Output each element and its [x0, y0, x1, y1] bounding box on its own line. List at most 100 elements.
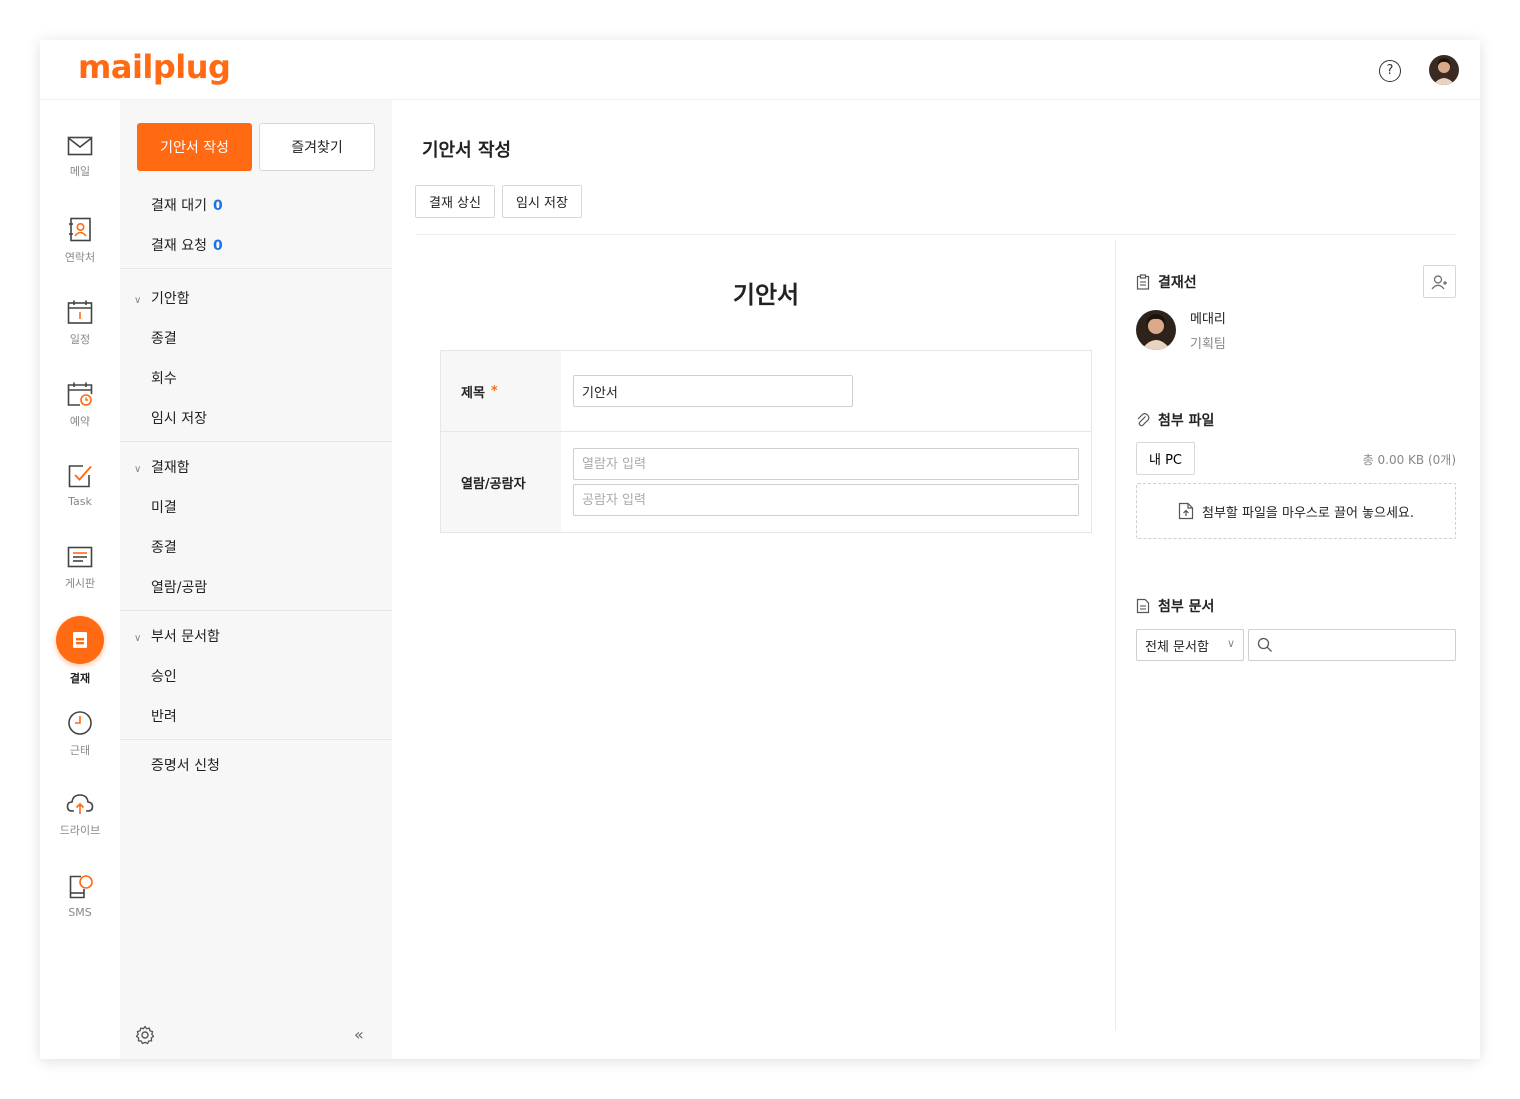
circulation-input[interactable]: [573, 484, 1079, 516]
clock-icon: [68, 711, 92, 735]
subject-label-text: 제목: [461, 385, 485, 401]
rail-item-calendar[interactable]: 일정: [40, 299, 120, 369]
menu-divider: [120, 268, 392, 269]
requested-count: 0: [212, 238, 223, 254]
rail-item-approval[interactable]: 결재: [40, 616, 120, 686]
rail-label: 근태: [69, 744, 91, 757]
menu-item-label: 결재 대기: [151, 198, 207, 214]
rail-label: 드라이브: [59, 824, 101, 837]
approver-name: 메대리: [1190, 312, 1226, 327]
attachments-title: 첨부 파일: [1158, 413, 1215, 429]
menu-item-pending[interactable]: 결재 대기 0: [151, 195, 223, 215]
rail-label: 게시판: [64, 577, 96, 590]
menu-group-drafts[interactable]: ∨ 기안함: [134, 288, 190, 308]
menu-item-requested[interactable]: 결재 요청 0: [151, 235, 223, 255]
contacts-icon: [69, 217, 91, 242]
menu-item-drafts-recalled[interactable]: 회수: [151, 368, 177, 388]
chevron-down-icon: ∨: [134, 633, 142, 644]
menu-item-department-rejected[interactable]: 반려: [151, 706, 177, 726]
menu-group-label: 기안함: [151, 291, 190, 307]
page-title: 기안서 작성: [422, 140, 512, 161]
menu-item-label: 결재 요청: [151, 238, 207, 254]
rail-item-mail[interactable]: 메일: [40, 135, 120, 205]
side-panel-divider: [1115, 240, 1116, 1030]
menu-divider: [120, 610, 392, 611]
help-icon[interactable]: ?: [1379, 60, 1401, 82]
menu-item-certificate[interactable]: 증명서 신청: [151, 755, 220, 775]
file-dropzone[interactable]: 첨부할 파일을 마우스로 끌어 놓으세요.: [1136, 483, 1456, 539]
rail-item-drive[interactable]: 드라이브: [40, 792, 120, 862]
paperclip-icon: [1137, 413, 1150, 427]
attachments-heading: 첨부 파일: [1136, 410, 1214, 430]
approval-icon: [56, 616, 104, 664]
collapse-menu-icon[interactable]: «: [354, 1025, 364, 1044]
approval-menu: 기안서 작성 즐겨찾기 결재 대기 0 결재 요청 0 ∨ 기안함 종결 회수 임시 …: [120, 100, 392, 1059]
add-approver-button[interactable]: [1423, 265, 1456, 298]
clipboard-icon: [1136, 274, 1150, 290]
file-upload-icon: [1178, 502, 1194, 520]
rail-item-board[interactable]: 게시판: [40, 545, 120, 615]
toolbar-divider: [416, 234, 1456, 235]
compose-draft-button[interactable]: 기안서 작성: [137, 123, 252, 171]
doc-search-box: [1248, 629, 1456, 661]
rail-item-sms[interactable]: SMS: [40, 874, 120, 944]
menu-item-drafts-temp[interactable]: 임시 저장: [151, 408, 207, 428]
sms-icon: [69, 875, 93, 899]
rail-label: 결재: [69, 672, 91, 685]
submit-approval-button[interactable]: 결재 상신: [415, 185, 495, 218]
menu-group-department[interactable]: ∨ 부서 문서함: [134, 626, 220, 646]
doc-search-input[interactable]: [1279, 631, 1455, 659]
rail-item-attendance[interactable]: 근태: [40, 710, 120, 780]
rail-label: 메일: [69, 165, 91, 178]
save-draft-button[interactable]: 임시 저장: [502, 185, 582, 218]
doc-folder-select[interactable]: 전체 문서함 ∨: [1136, 629, 1244, 661]
dropzone-text: 첨부할 파일을 마우스로 끌어 놓으세요.: [1201, 505, 1415, 521]
rail-label: 연락처: [64, 251, 96, 264]
rail-label: SMS: [68, 906, 92, 919]
logo[interactable]: mailplug: [78, 48, 231, 86]
chevron-down-icon: ∨: [134, 295, 142, 306]
menu-item-department-approved[interactable]: 승인: [151, 666, 177, 686]
my-pc-button[interactable]: 내 PC: [1136, 442, 1195, 475]
rail-item-task[interactable]: Task: [40, 463, 120, 533]
rail-label: 예약: [69, 415, 91, 428]
draft-form: 제목 * 열람/공람자: [440, 350, 1092, 533]
menu-item-drafts-closed[interactable]: 종결: [151, 328, 177, 348]
viewer-input[interactable]: [573, 448, 1079, 480]
document-title: 기안서: [732, 281, 800, 309]
top-bar: mailplug ?: [40, 40, 1480, 100]
rail-item-contacts[interactable]: 연락처: [40, 217, 120, 287]
menu-item-approvals-closed[interactable]: 종결: [151, 537, 177, 557]
menu-item-approvals-pending[interactable]: 미결: [151, 497, 177, 517]
add-person-icon: [1431, 274, 1447, 289]
calendar-icon: [67, 300, 93, 324]
menu-group-approvals[interactable]: ∨ 결재함: [134, 457, 190, 477]
pending-count: 0: [212, 198, 223, 214]
chevron-down-icon: ∨: [1226, 637, 1235, 650]
rail-item-reservation[interactable]: 예약: [40, 381, 120, 451]
attached-docs-heading: 첨부 문서: [1136, 596, 1214, 616]
subject-label: 제목 *: [441, 351, 561, 431]
reservation-icon: [67, 382, 93, 406]
form-row-viewers: 열람/공람자: [441, 432, 1091, 532]
approver-team: 기획팀: [1190, 337, 1226, 352]
attached-docs-title: 첨부 문서: [1158, 599, 1215, 615]
menu-divider: [120, 739, 392, 740]
required-mark: *: [490, 383, 498, 399]
board-icon: [67, 546, 93, 568]
menu-item-approvals-viewed[interactable]: 열람/공람: [151, 577, 207, 597]
mail-icon: [67, 136, 93, 156]
user-avatar[interactable]: [1429, 55, 1459, 85]
doc-folder-value: 전체 문서함: [1145, 639, 1209, 655]
favorites-button[interactable]: 즐겨찾기: [259, 123, 375, 171]
chevron-down-icon: ∨: [134, 464, 142, 475]
settings-gear-icon[interactable]: [135, 1025, 155, 1049]
menu-divider: [120, 441, 392, 442]
viewers-value-cell: [561, 432, 1091, 532]
approver-avatar: [1136, 310, 1176, 350]
menu-group-label: 부서 문서함: [151, 629, 220, 645]
rail-label: 일정: [69, 333, 91, 346]
main-content: 기안서 작성 결재 상신 임시 저장 기안서 제목 * 열람/공람자: [392, 100, 1480, 1059]
viewers-label: 열람/공람자: [441, 432, 561, 532]
subject-input[interactable]: [573, 375, 853, 407]
